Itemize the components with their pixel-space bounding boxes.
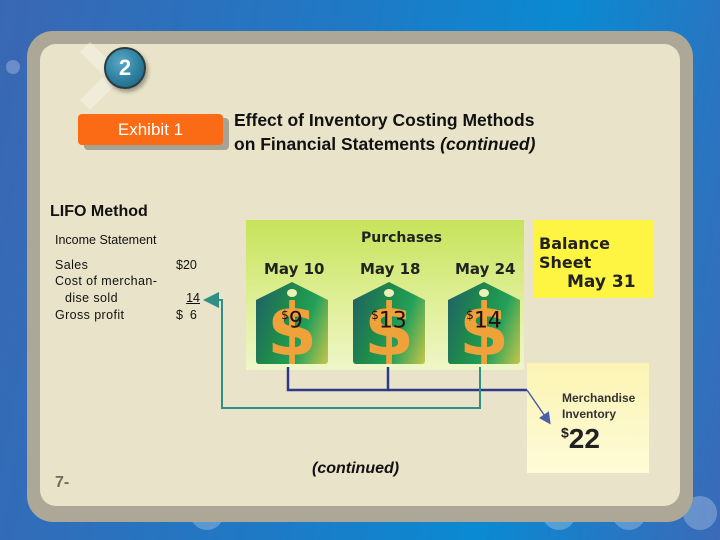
continued-note: (continued) [312, 460, 400, 477]
flow-connectors [203, 292, 551, 425]
cogs-connector-line [203, 292, 481, 409]
inventory-connector-line [286, 367, 390, 392]
page-number: 7- [55, 474, 70, 491]
inventory-arrow [526, 389, 551, 425]
